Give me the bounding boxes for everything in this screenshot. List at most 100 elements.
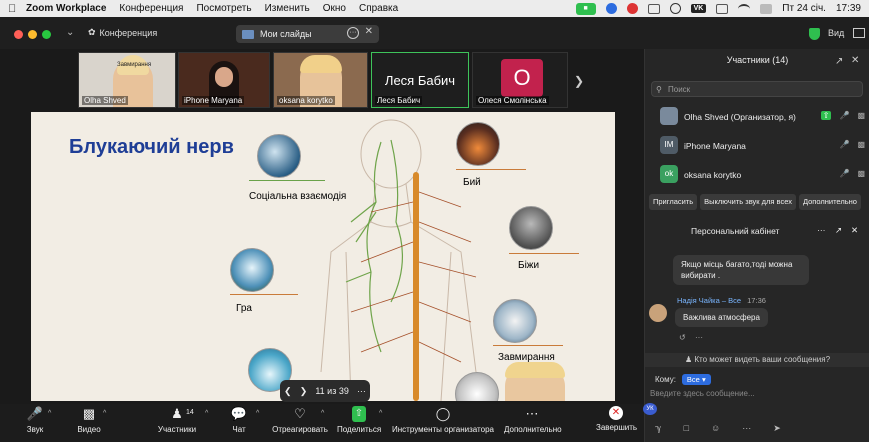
camera-icon[interactable]: ▩ (857, 169, 865, 178)
participants-search-input[interactable]: ⚲ Поиск (651, 81, 863, 97)
share-button[interactable]: ⇧ Поделиться (337, 406, 381, 434)
thumb-olesia-smolinska[interactable]: О Олеся Смолінська (472, 52, 568, 108)
close-window-button[interactable] (14, 30, 23, 39)
menu-help[interactable]: Справка (359, 3, 398, 14)
participant-row[interactable]: Olha Shved (Организатор, я) ⇧ 🎤 ▩ (660, 107, 865, 127)
share-label: Поделиться (337, 425, 382, 434)
close-icon[interactable]: ✕ (851, 225, 858, 236)
share-options-chevron-icon[interactable]: ^ (379, 410, 382, 417)
prev-slide-icon[interactable]: ❮ (284, 386, 292, 397)
play-underline (230, 294, 298, 295)
emoji-icon[interactable]: ☺ (711, 423, 720, 434)
react-options-chevron-icon[interactable]: ^ (321, 410, 324, 417)
camera-icon: ▩ (82, 406, 96, 421)
react-button[interactable]: ♡ Отреагировать (272, 406, 328, 434)
host-tools-button[interactable]: ◯ Инструменты организатора (392, 406, 494, 434)
conference-info[interactable]: ✿ Конференция (88, 27, 157, 38)
menu-window[interactable]: Окно (323, 3, 346, 14)
chat-label: Чат (232, 425, 246, 434)
screen-icon[interactable] (647, 3, 660, 14)
participant-row[interactable]: ok oksana korytko 🎤 ▩ (660, 165, 865, 185)
chat-more-icon[interactable]: ··· (817, 225, 826, 235)
video-button[interactable]: ▩ Видео (72, 406, 106, 434)
window-titlebar: ⌄ ✿ Конференция Мои слайды ··· ✕ Вид (0, 17, 869, 49)
apple-icon[interactable]:  (8, 3, 20, 15)
microphone-icon[interactable]: 🎤 (839, 169, 849, 178)
menubar-time[interactable]: 17:39 (836, 3, 861, 14)
view-menu-label[interactable]: Вид (828, 28, 844, 38)
slide-more-icon[interactable]: ··· (357, 386, 366, 396)
security-shield-icon[interactable] (809, 28, 820, 40)
wifi-icon[interactable] (738, 3, 751, 14)
chat-button[interactable]: 💬 Чат (228, 406, 250, 434)
recipient-value: Все (686, 375, 700, 384)
vk-icon[interactable]: VK (690, 4, 707, 13)
thumb-oksana-korytko[interactable]: oksana korytko (273, 52, 368, 108)
menubar-date[interactable]: Пт 24 січ. (782, 3, 826, 14)
my-slides-tab[interactable]: Мои слайды ··· ✕ (236, 25, 379, 43)
chat-message-meta: Надія Чайка – Все 17:36 (677, 296, 766, 305)
play-icon[interactable] (669, 3, 681, 14)
menu-edit[interactable]: Изменить (265, 3, 310, 14)
end-meeting-button[interactable]: ✕ Завершить (596, 406, 637, 432)
invite-button[interactable]: Пригласить (649, 194, 698, 210)
camera-icon[interactable]: ▩ (857, 140, 865, 149)
run-underline (509, 253, 579, 254)
participants-options-chevron-icon[interactable]: ^ (205, 410, 208, 417)
conference-title: Конференция (99, 27, 158, 38)
avatar: IM (660, 136, 678, 154)
chat-message-input[interactable]: Введите здесь сообщение... (650, 389, 755, 398)
menu-view[interactable]: Посмотреть (196, 3, 251, 14)
menu-conference[interactable]: Конференция (119, 3, 183, 14)
menu-app-name[interactable]: Zoom Workplace (26, 3, 106, 14)
view-grid-icon[interactable] (853, 28, 865, 38)
avatar: ok (660, 165, 678, 183)
thumbnails-next-icon[interactable]: ❯ (570, 53, 588, 108)
recipient-dropdown[interactable]: Все ▾ (681, 374, 711, 385)
mute-all-button[interactable]: Выключить звук для всех (700, 194, 796, 210)
chevron-down-icon[interactable]: ⌄ (66, 27, 74, 38)
close-icon[interactable]: ✕ (365, 26, 373, 37)
fullscreen-window-button[interactable] (42, 30, 51, 39)
zoom-video-status-icon[interactable]: ■ (575, 2, 596, 15)
more-button[interactable]: ⋯ Дополнительно (504, 406, 562, 434)
social-underline (249, 180, 325, 181)
more-options-icon[interactable]: ··· (347, 27, 359, 39)
participant-row[interactable]: IM iPhone Maryana 🎤 ▩ (660, 136, 865, 156)
microphone-icon[interactable]: 🎤 (839, 140, 849, 149)
slide-page-counter: 11 из 39 (315, 386, 349, 396)
presenter-hair (505, 362, 565, 378)
more-icon[interactable]: ··· (742, 423, 751, 434)
zoom-status-icon[interactable] (605, 3, 617, 14)
close-icon[interactable]: ✕ (851, 55, 859, 66)
send-icon[interactable]: ➤ (773, 423, 781, 434)
chat-author[interactable]: Надія Чайка (677, 296, 720, 305)
chat-visibility-notice[interactable]: ♟ Кто может видеть ваши сообщения? (645, 353, 869, 367)
popout-icon[interactable]: ↗ (835, 225, 842, 236)
thumb-iphone-maryana[interactable]: iPhone Maryana (178, 52, 270, 108)
audio-options-chevron-icon[interactable]: ^ (48, 410, 51, 417)
thumb-olha-shved[interactable]: Завмирання Olha Shved (78, 52, 176, 108)
file-icon[interactable]: □ (684, 423, 689, 434)
minimize-window-button[interactable] (28, 30, 37, 39)
popout-icon[interactable]: ↗ (835, 56, 843, 67)
message-more-icon[interactable]: ··· (695, 333, 703, 342)
thumb-name: iPhone Maryana (182, 96, 245, 105)
battery-icon[interactable] (716, 3, 729, 14)
participant-controls: 🎤 ▩ (839, 140, 865, 149)
camera-icon[interactable]: ▩ (857, 111, 865, 120)
audio-button[interactable]: 🎤 Звук (20, 406, 50, 434)
chat-header: Персональний кабінет ··· ↗ ✕ (645, 225, 869, 239)
video-options-chevron-icon[interactable]: ^ (103, 410, 106, 417)
thumb-lesia-babych[interactable]: Леся Бабич Леся Бабич (371, 52, 469, 108)
notification-icon[interactable] (626, 3, 638, 14)
reply-icon[interactable]: ↺ (679, 333, 686, 342)
chat-message-line: вибирати . (681, 271, 721, 280)
next-slide-icon[interactable]: ❯ (300, 386, 308, 397)
video-thumbnail-strip: Завмирання Olha Shved iPhone Maryana oks… (78, 52, 590, 108)
participants-more-button[interactable]: Дополнительно (798, 194, 861, 210)
control-center-icon[interactable] (760, 3, 773, 14)
chat-options-chevron-icon[interactable]: ^ (256, 410, 259, 417)
microphone-icon[interactable]: 🎤 (839, 111, 849, 120)
format-icon[interactable]: ℽ (655, 423, 662, 434)
